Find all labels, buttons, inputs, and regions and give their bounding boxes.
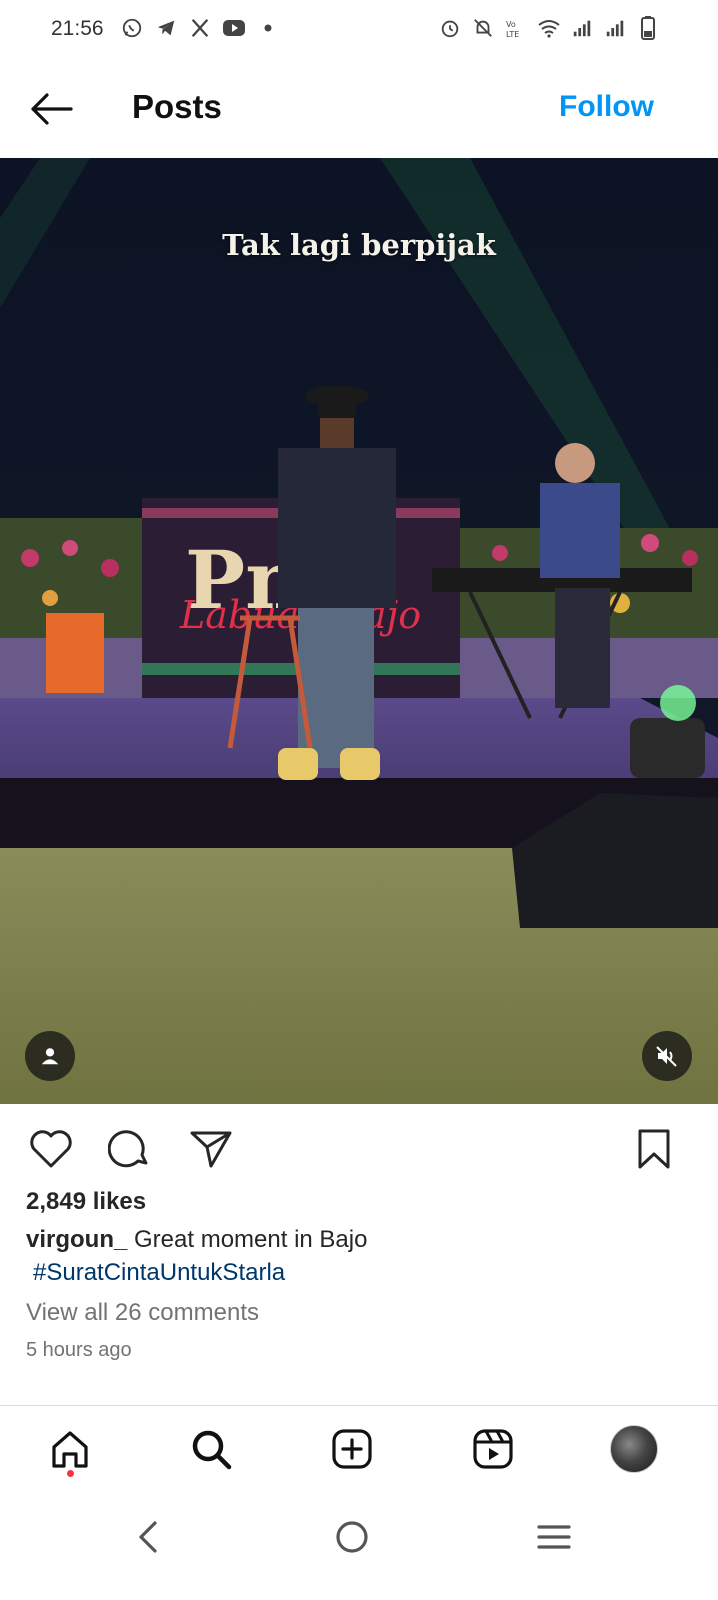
reels-icon [473, 1429, 513, 1469]
bookmark-icon [638, 1129, 670, 1169]
signal-icon [603, 16, 627, 40]
post-actions [0, 1118, 718, 1176]
paper-plane-icon [190, 1131, 232, 1168]
status-time: 21:56 [51, 17, 104, 40]
save-button[interactable] [629, 1124, 679, 1174]
hashtag-link[interactable]: #SuratCintaUntukStarla [33, 1259, 285, 1287]
status-system-icons: Vo LTE [438, 16, 660, 40]
volte-icon: Vo LTE [504, 16, 528, 40]
chevron-left-icon [139, 1521, 157, 1553]
post-timestamp: 5 hours ago [26, 1339, 132, 1361]
battery-icon [636, 16, 660, 40]
nav-home[interactable] [45, 1424, 95, 1474]
status-notification-icons [120, 16, 280, 40]
home-circle-icon [336, 1521, 368, 1553]
create-icon [332, 1429, 372, 1469]
search-icon [192, 1430, 232, 1470]
dot-icon [256, 16, 280, 40]
page-title: Posts [132, 88, 222, 125]
nav-search[interactable] [186, 1424, 236, 1474]
caption-text: Great moment in Bajo [134, 1226, 368, 1253]
video-caption-overlay: Tak lagi berpijak [222, 228, 496, 262]
arrow-left-icon [31, 93, 73, 125]
nav-create[interactable] [327, 1424, 377, 1474]
x-icon [188, 16, 212, 40]
telegram-icon [154, 16, 178, 40]
back-button[interactable] [28, 88, 74, 130]
follow-button[interactable]: Follow [559, 90, 654, 124]
header: Posts Follow [0, 62, 718, 158]
comment-button[interactable] [105, 1124, 155, 1174]
system-home-button[interactable] [324, 1509, 380, 1565]
alarm-icon [438, 16, 462, 40]
heart-icon [30, 1130, 72, 1168]
youtube-icon [222, 16, 246, 40]
bell-off-icon [471, 16, 495, 40]
tagged-users-button[interactable] [25, 1031, 75, 1081]
whatsapp-icon [120, 16, 144, 40]
system-back-button[interactable] [120, 1509, 176, 1565]
svg-text:Vo: Vo [506, 20, 516, 29]
nav-reels[interactable] [468, 1424, 518, 1474]
system-nav-bar [0, 1495, 718, 1600]
status-bar: 21:56 Vo LTE [0, 0, 718, 60]
menu-icon [537, 1525, 571, 1549]
wifi-icon [537, 16, 561, 40]
caption-username[interactable]: virgoun_ [26, 1226, 127, 1253]
volume-muted-icon [656, 1046, 677, 1067]
signal-icon [570, 16, 594, 40]
share-button[interactable] [186, 1124, 236, 1174]
view-comments-link[interactable]: View all 26 comments [26, 1299, 259, 1327]
home-icon [52, 1431, 88, 1468]
profile-avatar[interactable] [610, 1425, 658, 1473]
comment-icon [108, 1130, 148, 1168]
svg-text:LTE: LTE [506, 30, 519, 39]
post-media[interactable]: Pm Labuan Bajo Tak lagi berpijak [0, 158, 718, 1104]
post-caption: virgoun_ Great moment in Bajo [26, 1226, 367, 1254]
person-icon [41, 1048, 59, 1065]
system-recents-button[interactable] [526, 1509, 582, 1565]
likes-count[interactable]: 2,849 likes [26, 1188, 146, 1216]
mute-button[interactable] [642, 1031, 692, 1081]
notification-dot [67, 1470, 74, 1477]
like-button[interactable] [26, 1124, 76, 1174]
concert-scene-image: Pm Labuan Bajo [0, 158, 718, 1104]
